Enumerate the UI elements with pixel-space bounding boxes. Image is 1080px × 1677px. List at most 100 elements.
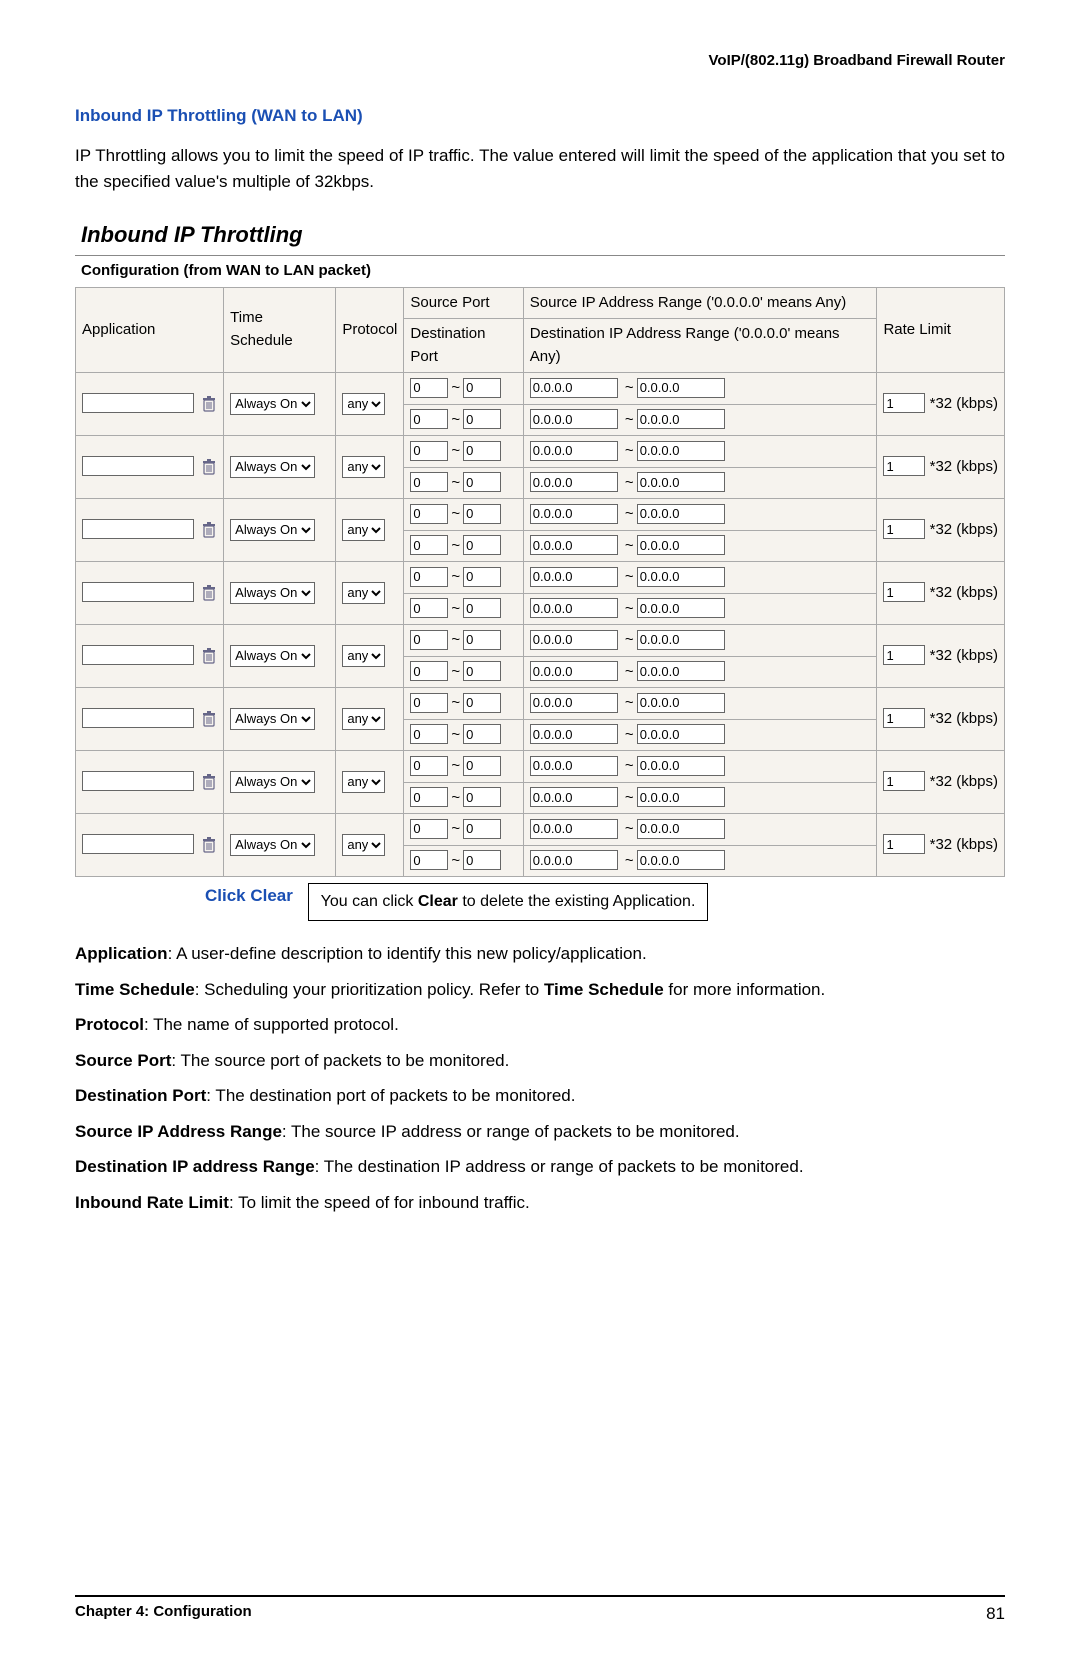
src-ip-from-input[interactable] [530, 819, 618, 839]
trash-icon[interactable] [201, 458, 217, 476]
trash-icon[interactable] [201, 773, 217, 791]
src-ip-to-input[interactable] [637, 756, 725, 776]
application-input[interactable] [82, 456, 194, 476]
rate-limit-input[interactable] [883, 645, 925, 665]
protocol-select[interactable]: any [342, 834, 385, 856]
src-port-to-input[interactable] [463, 567, 501, 587]
time-schedule-select[interactable]: Always On [230, 393, 315, 415]
application-input[interactable] [82, 582, 194, 602]
time-schedule-select[interactable]: Always On [230, 834, 315, 856]
dst-port-from-input[interactable] [410, 724, 448, 744]
src-ip-from-input[interactable] [530, 441, 618, 461]
dst-port-from-input[interactable] [410, 409, 448, 429]
src-port-from-input[interactable] [410, 819, 448, 839]
dst-port-from-input[interactable] [410, 850, 448, 870]
protocol-select[interactable]: any [342, 708, 385, 730]
src-ip-from-input[interactable] [530, 378, 618, 398]
src-ip-from-input[interactable] [530, 504, 618, 524]
dst-port-from-input[interactable] [410, 472, 448, 492]
time-schedule-select[interactable]: Always On [230, 582, 315, 604]
trash-icon[interactable] [201, 521, 217, 539]
rate-limit-input[interactable] [883, 834, 925, 854]
dst-ip-to-input[interactable] [637, 598, 725, 618]
dst-ip-to-input[interactable] [637, 409, 725, 429]
dst-ip-from-input[interactable] [530, 850, 618, 870]
dst-ip-from-input[interactable] [530, 787, 618, 807]
src-port-from-input[interactable] [410, 567, 448, 587]
src-ip-to-input[interactable] [637, 567, 725, 587]
dst-port-to-input[interactable] [463, 472, 501, 492]
dst-port-from-input[interactable] [410, 535, 448, 555]
src-port-from-input[interactable] [410, 441, 448, 461]
src-ip-to-input[interactable] [637, 630, 725, 650]
dst-port-to-input[interactable] [463, 535, 501, 555]
dst-ip-to-input[interactable] [637, 787, 725, 807]
protocol-select[interactable]: any [342, 456, 385, 478]
dst-ip-from-input[interactable] [530, 409, 618, 429]
src-port-from-input[interactable] [410, 378, 448, 398]
dst-ip-to-input[interactable] [637, 724, 725, 744]
dst-ip-from-input[interactable] [530, 535, 618, 555]
src-port-to-input[interactable] [463, 504, 501, 524]
src-port-to-input[interactable] [463, 819, 501, 839]
trash-icon[interactable] [201, 647, 217, 665]
time-schedule-select[interactable]: Always On [230, 645, 315, 667]
protocol-select[interactable]: any [342, 582, 385, 604]
src-port-from-input[interactable] [410, 504, 448, 524]
protocol-select[interactable]: any [342, 771, 385, 793]
time-schedule-select[interactable]: Always On [230, 708, 315, 730]
src-ip-to-input[interactable] [637, 819, 725, 839]
protocol-select[interactable]: any [342, 519, 385, 541]
src-ip-to-input[interactable] [637, 693, 725, 713]
application-input[interactable] [82, 708, 194, 728]
dst-port-to-input[interactable] [463, 850, 501, 870]
trash-icon[interactable] [201, 584, 217, 602]
rate-limit-input[interactable] [883, 582, 925, 602]
trash-icon[interactable] [201, 710, 217, 728]
src-port-to-input[interactable] [463, 756, 501, 776]
application-input[interactable] [82, 834, 194, 854]
src-ip-from-input[interactable] [530, 693, 618, 713]
dst-port-from-input[interactable] [410, 661, 448, 681]
protocol-select[interactable]: any [342, 393, 385, 415]
rate-limit-input[interactable] [883, 708, 925, 728]
application-input[interactable] [82, 771, 194, 791]
dst-ip-to-input[interactable] [637, 535, 725, 555]
src-ip-from-input[interactable] [530, 567, 618, 587]
rate-limit-input[interactable] [883, 393, 925, 413]
dst-port-from-input[interactable] [410, 598, 448, 618]
time-schedule-select[interactable]: Always On [230, 519, 315, 541]
trash-icon[interactable] [201, 395, 217, 413]
application-input[interactable] [82, 645, 194, 665]
dst-port-to-input[interactable] [463, 409, 501, 429]
dst-ip-from-input[interactable] [530, 724, 618, 744]
src-port-to-input[interactable] [463, 630, 501, 650]
src-port-to-input[interactable] [463, 441, 501, 461]
dst-ip-to-input[interactable] [637, 850, 725, 870]
dst-port-to-input[interactable] [463, 787, 501, 807]
src-port-to-input[interactable] [463, 378, 501, 398]
rate-limit-input[interactable] [883, 456, 925, 476]
dst-ip-from-input[interactable] [530, 598, 618, 618]
rate-limit-input[interactable] [883, 771, 925, 791]
src-ip-to-input[interactable] [637, 441, 725, 461]
src-port-from-input[interactable] [410, 630, 448, 650]
dst-port-from-input[interactable] [410, 787, 448, 807]
protocol-select[interactable]: any [342, 645, 385, 667]
time-schedule-select[interactable]: Always On [230, 771, 315, 793]
src-port-from-input[interactable] [410, 693, 448, 713]
rate-limit-input[interactable] [883, 519, 925, 539]
src-ip-to-input[interactable] [637, 378, 725, 398]
dst-ip-from-input[interactable] [530, 472, 618, 492]
dst-ip-to-input[interactable] [637, 472, 725, 492]
src-ip-to-input[interactable] [637, 504, 725, 524]
dst-port-to-input[interactable] [463, 661, 501, 681]
src-ip-from-input[interactable] [530, 756, 618, 776]
src-port-to-input[interactable] [463, 693, 501, 713]
dst-port-to-input[interactable] [463, 724, 501, 744]
src-port-from-input[interactable] [410, 756, 448, 776]
application-input[interactable] [82, 393, 194, 413]
dst-ip-from-input[interactable] [530, 661, 618, 681]
dst-ip-to-input[interactable] [637, 661, 725, 681]
time-schedule-select[interactable]: Always On [230, 456, 315, 478]
